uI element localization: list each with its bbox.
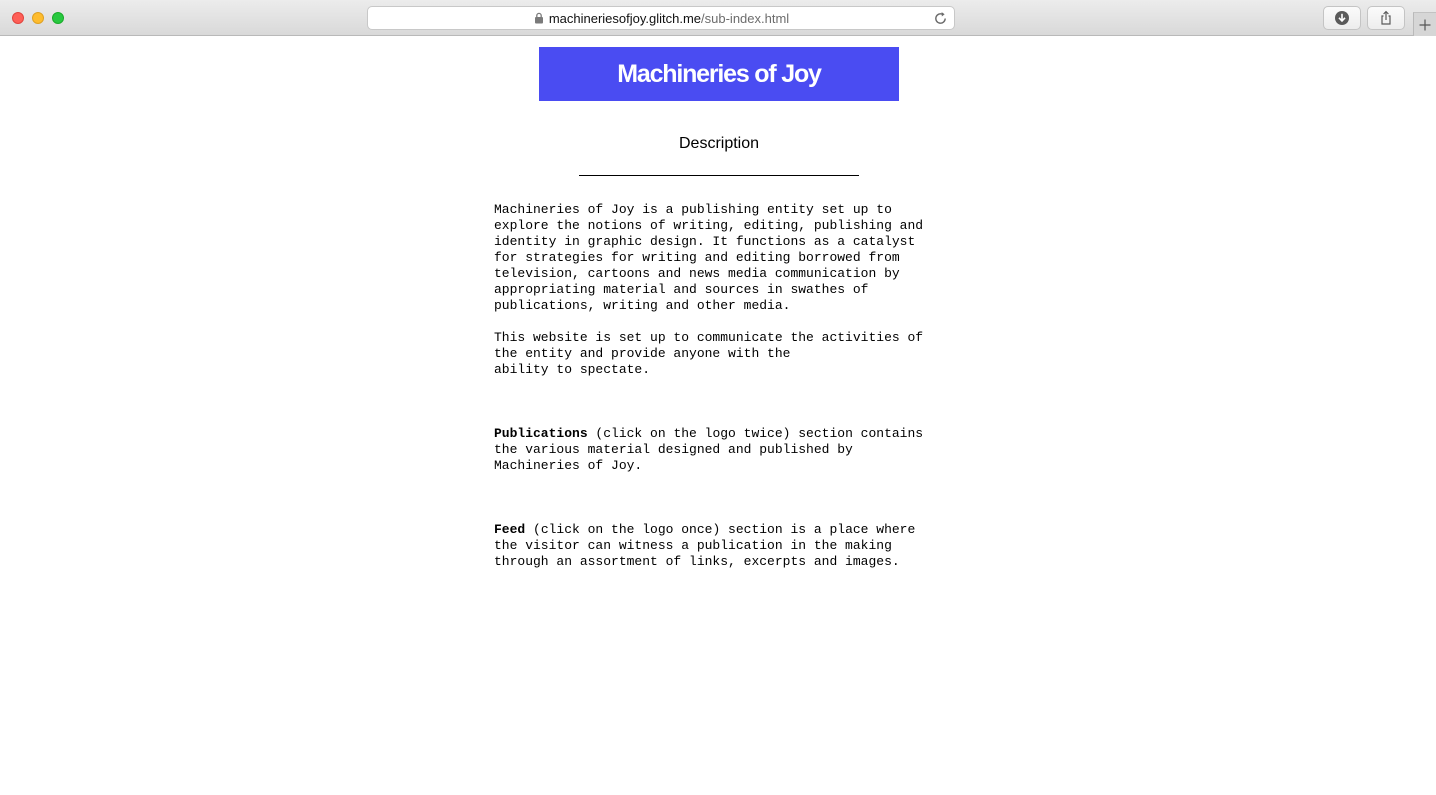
lock-icon <box>534 12 543 24</box>
page-title: Description <box>678 135 760 152</box>
intro-paragraph: Machineries of Joy is a publishing entit… <box>494 202 924 313</box>
close-window-button[interactable] <box>12 12 24 24</box>
share-button[interactable] <box>1367 6 1405 30</box>
publications-label: Publications <box>494 426 588 441</box>
logo-text: Machineries of Joy <box>617 59 822 88</box>
downloads-button[interactable] <box>1323 6 1361 30</box>
address-bar[interactable]: machineriesofjoy.glitch.me/sub-index.htm… <box>367 6 955 30</box>
minimize-window-button[interactable] <box>32 12 44 24</box>
share-icon <box>1381 10 1391 25</box>
divider <box>579 175 859 176</box>
plus-icon <box>1419 19 1431 30</box>
url-path: /sub-index.html <box>701 10 790 26</box>
website-paragraph: This website is set up to communicate th… <box>494 330 924 377</box>
browser-toolbar: machineriesofjoy.glitch.me/sub-index.htm… <box>0 0 1436 36</box>
maximize-window-button[interactable] <box>52 12 64 24</box>
download-icon <box>1335 11 1349 25</box>
feed-text: (click on the logo once) section is a pl… <box>494 522 916 569</box>
description-content: Machineries of Joy is a publishing entit… <box>494 202 944 570</box>
publications-paragraph: Publications (click on the logo twice) s… <box>494 426 944 474</box>
logo-button[interactable]: Machineries of Joy <box>539 47 899 101</box>
new-tab-button[interactable] <box>1413 12 1436 36</box>
url-host: machineriesofjoy.glitch.me <box>548 10 702 26</box>
reload-icon[interactable] <box>933 11 948 26</box>
feed-paragraph: Feed (click on the logo once) section is… <box>494 522 944 570</box>
feed-label: Feed <box>494 522 526 537</box>
